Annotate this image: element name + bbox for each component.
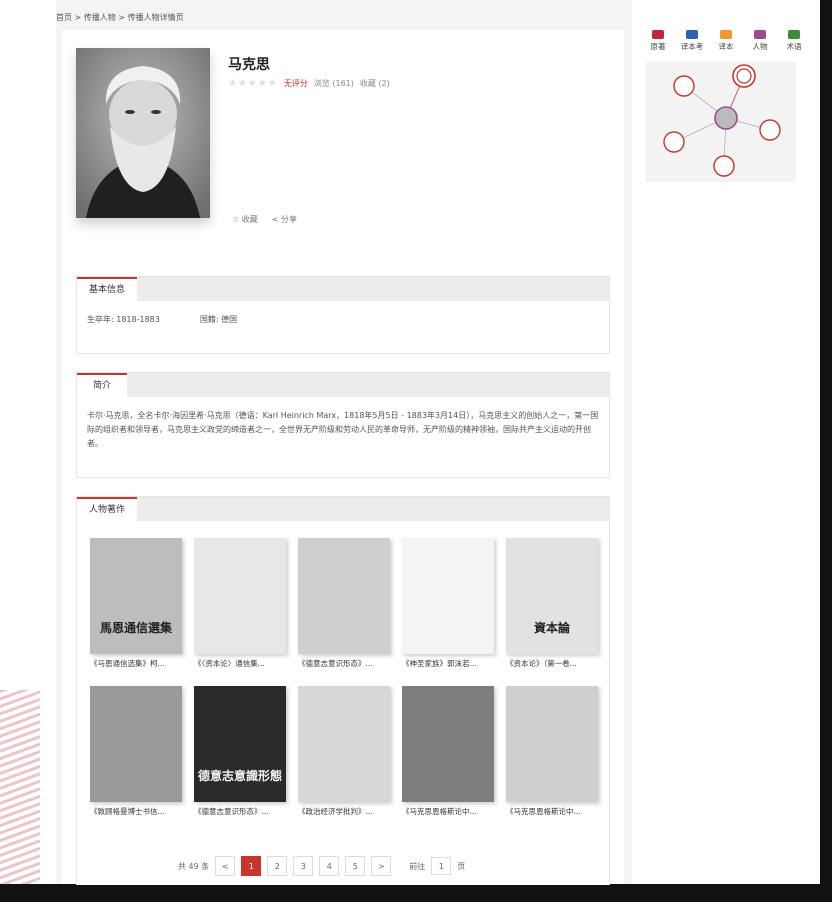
share-button[interactable]: < 分享	[272, 214, 297, 225]
legend-item[interactable]: 术语	[781, 30, 807, 52]
intro-block: 简介 卡尔·马克思，全名卡尔·海因里希·马克思（德语：Karl Heinrich…	[76, 372, 610, 478]
tab-basic-info[interactable]: 基本信息	[77, 277, 138, 301]
book-cover-image[interactable]	[506, 686, 598, 802]
intro-text: 卡尔·马克思，全名卡尔·海因里希·马克思（德语：Karl Heinrich Ma…	[87, 411, 599, 448]
work-caption[interactable]: 《马克思恩格斯论中...	[506, 806, 598, 817]
person-name: 马克思	[228, 57, 270, 73]
book-cover-image[interactable]	[402, 686, 494, 802]
book-cover-image[interactable]: 馬恩通信選集	[90, 538, 182, 654]
work-caption[interactable]: 《致顾格曼博士书信...	[90, 806, 182, 817]
legend-label: 译本考	[680, 42, 704, 51]
work-caption[interactable]: 《德意志意识形态》...	[298, 658, 390, 669]
work-item[interactable]: 《〈资本论〉通信集...	[194, 538, 286, 669]
work-item[interactable]: 《马克思恩格斯论中...	[506, 686, 598, 817]
portrait-image	[76, 48, 210, 218]
legend-swatch	[652, 30, 664, 39]
work-item[interactable]: 資本論《资本论》（第一卷...	[506, 538, 598, 669]
work-item[interactable]: 《马克思恩格斯论中...	[402, 686, 494, 817]
legend-item[interactable]: 原著	[645, 30, 671, 52]
graph-node[interactable]	[759, 119, 781, 141]
legend-label: 译本	[718, 42, 734, 51]
graph-center-node[interactable]	[714, 106, 738, 130]
work-caption[interactable]: 《德意志意识形态》...	[194, 806, 286, 817]
page-5[interactable]: 5	[345, 856, 366, 876]
screen-frame-bottom	[0, 884, 832, 902]
work-caption[interactable]: 《马克思恩格斯论中...	[402, 806, 494, 817]
works-header: 人物著作	[77, 497, 609, 521]
pagination: 共 49 条 < 1 2 3 4 5 > 前往 1 页	[178, 856, 465, 876]
legend-swatch	[788, 30, 800, 39]
work-caption[interactable]: 《〈资本论〉通信集...	[194, 658, 286, 669]
book-cover-title: 資本論	[533, 621, 570, 635]
graph-legend: 原著 译本考 译本 人物 术语	[645, 30, 807, 52]
book-cover-image[interactable]	[90, 686, 182, 802]
lifespan: 生卒年: 1818-1883	[87, 315, 160, 324]
goto-label: 前往	[409, 861, 426, 871]
legend-item[interactable]: 人物	[747, 30, 773, 52]
total-count: 共 49 条	[178, 861, 210, 871]
profile-actions: ☆ 收藏 < 分享	[232, 214, 297, 225]
work-item[interactable]: 《德意志意识形态》...	[298, 538, 390, 669]
legend-label: 人物	[752, 42, 768, 51]
graph-node[interactable]	[732, 64, 756, 88]
basic-info-block: 基本信息 生卒年: 1818-1883 国籍: 德国	[76, 276, 610, 354]
legend-item[interactable]: 译本考	[679, 30, 705, 52]
graph-node[interactable]	[713, 155, 735, 177]
legend-swatch	[720, 30, 732, 39]
background-decoration	[0, 690, 40, 884]
relation-graph[interactable]	[646, 62, 796, 182]
book-cover-image[interactable]: 德意志意識形態	[194, 686, 286, 802]
page-1[interactable]: 1	[241, 856, 262, 876]
book-cover-title: 馬恩通信選集	[99, 621, 172, 635]
legend-label: 原著	[650, 42, 666, 51]
goto-page-input[interactable]: 1	[431, 857, 452, 875]
next-page-button[interactable]: >	[371, 856, 392, 876]
work-caption[interactable]: 《马恩通信选集》柯...	[90, 658, 182, 669]
book-cover-image[interactable]	[402, 538, 494, 654]
book-cover-image[interactable]	[298, 538, 390, 654]
work-caption[interactable]: 《政治经济学批判》...	[298, 806, 390, 817]
book-cover-image[interactable]	[194, 538, 286, 654]
goto-suffix: 页	[457, 861, 466, 871]
prev-page-button[interactable]: <	[215, 856, 236, 876]
view-count: 浏览 (161)	[313, 79, 354, 88]
person-meta: ★★★★★ 无评分 浏览 (161) 收藏 (2)	[228, 78, 390, 89]
screen-frame-right	[820, 0, 832, 902]
legend-label: 术语	[786, 42, 802, 51]
basic-info-header: 基本信息	[77, 277, 609, 301]
book-cover-image[interactable]	[298, 686, 390, 802]
rating-text: 无评分	[283, 79, 308, 88]
work-item[interactable]: 《政治经济学批判》...	[298, 686, 390, 817]
page-3[interactable]: 3	[293, 856, 314, 876]
intro-header: 简介	[77, 373, 609, 397]
nationality: 国籍: 德国	[199, 315, 238, 324]
page-2[interactable]: 2	[267, 856, 288, 876]
work-item[interactable]: 馬恩通信選集 《马恩通信选集》柯...	[90, 538, 182, 669]
legend-swatch	[754, 30, 766, 39]
rating-stars[interactable]: ★★★★★	[228, 78, 278, 89]
legend-item[interactable]: 译本	[713, 30, 739, 52]
page-4[interactable]: 4	[319, 856, 340, 876]
work-caption[interactable]: 《神圣家族》郭沫若...	[402, 658, 494, 669]
favorite-button[interactable]: ☆ 收藏	[232, 214, 258, 225]
tab-works[interactable]: 人物著作	[77, 497, 138, 521]
tab-intro[interactable]: 简介	[77, 373, 128, 397]
book-cover-title: 德意志意識形態	[197, 769, 282, 783]
graph-node[interactable]	[663, 131, 685, 153]
work-item[interactable]: 德意志意識形態 《德意志意识形态》...	[194, 686, 286, 817]
favorite-count: 收藏 (2)	[359, 79, 390, 88]
work-caption[interactable]: 《资本论》（第一卷...	[506, 658, 598, 669]
breadcrumb[interactable]: 首页 > 传播人物 > 传播人物详情页	[56, 12, 184, 23]
work-item[interactable]: 《致顾格曼博士书信...	[90, 686, 182, 817]
work-item[interactable]: 《神圣家族》郭沫若...	[402, 538, 494, 669]
graph-node[interactable]	[673, 75, 695, 97]
book-cover-image[interactable]: 資本論	[506, 538, 598, 654]
legend-swatch	[686, 30, 698, 39]
